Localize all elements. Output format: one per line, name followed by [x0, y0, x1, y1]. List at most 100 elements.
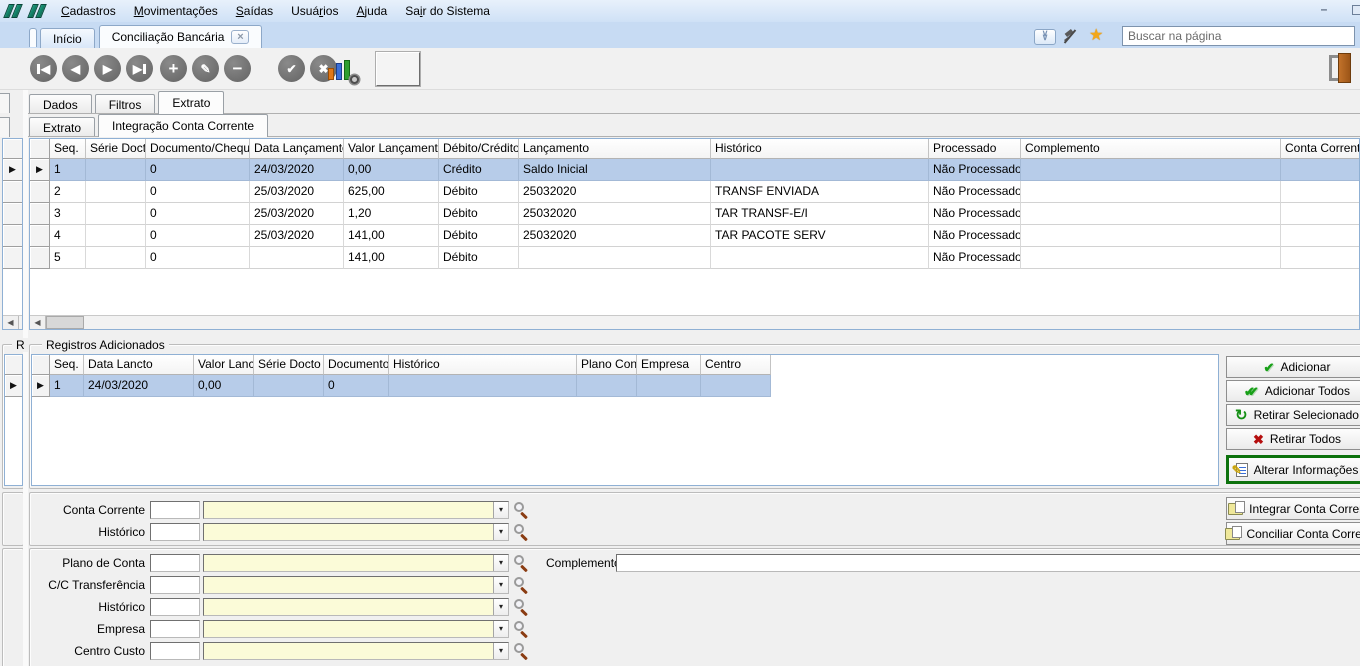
- grid-row[interactable]: ▶124/03/20200,000: [32, 375, 1218, 397]
- grid-cell[interactable]: 0: [146, 247, 250, 269]
- dropdown-arrow-icon[interactable]: ▾: [493, 643, 508, 659]
- prior-record-button[interactable]: ◀: [62, 55, 89, 82]
- grid-cell[interactable]: 1,20: [344, 203, 439, 225]
- column-header[interactable]: Centro: [701, 355, 771, 375]
- grid-row[interactable]: ▶1024/03/20200,00CréditoSaldo InicialNão…: [30, 159, 1359, 181]
- grid-cell[interactable]: 5: [50, 247, 86, 269]
- column-header[interactable]: Histórico: [711, 139, 929, 159]
- tab-extrato[interactable]: Extrato: [158, 91, 224, 114]
- grid-cell[interactable]: Não Processado: [929, 203, 1021, 225]
- grid-cell[interactable]: [86, 203, 146, 225]
- chart-config-button[interactable]: [326, 54, 358, 84]
- conciliar-conta-corrente-button[interactable]: Conciliar Conta Corren: [1226, 522, 1360, 545]
- page-tab[interactable]: Início: [40, 28, 95, 48]
- insert-record-button[interactable]: +: [160, 55, 187, 82]
- grid-cell[interactable]: [1281, 159, 1360, 181]
- confirm-button[interactable]: ✔: [278, 55, 305, 82]
- exit-button[interactable]: [1328, 53, 1354, 83]
- grid-cell[interactable]: [701, 375, 771, 397]
- tab-extrato[interactable]: Extrato: [29, 117, 95, 137]
- grid-cell[interactable]: [519, 247, 711, 269]
- minimize-button[interactable]: –: [1314, 3, 1334, 18]
- grid-cell[interactable]: [1281, 247, 1360, 269]
- centro-custo-combo[interactable]: ▾: [203, 642, 509, 660]
- historico2-code-input[interactable]: [150, 598, 200, 616]
- favorites-star-icon[interactable]: ★: [1089, 25, 1103, 45]
- grid-cell[interactable]: 24/03/2020: [84, 375, 194, 397]
- retirar-selecionado-button[interactable]: ↻ Retirar Selecionado: [1226, 404, 1360, 426]
- dropdown-arrow-icon[interactable]: ▾: [493, 555, 508, 571]
- column-header[interactable]: Empresa: [637, 355, 701, 375]
- grid-cell[interactable]: 25/03/2020: [250, 181, 344, 203]
- grid-cell[interactable]: Não Processado: [929, 181, 1021, 203]
- column-header[interactable]: Valor Lancto: [194, 355, 254, 375]
- grid-cell[interactable]: 1: [50, 375, 84, 397]
- column-header[interactable]: Data Lancto: [84, 355, 194, 375]
- grid-cell[interactable]: [637, 375, 701, 397]
- column-header[interactable]: Série Docto: [86, 139, 146, 159]
- grid-cell[interactable]: [389, 375, 577, 397]
- search-magnifier-icon[interactable]: [513, 643, 529, 659]
- dropdown-arrow-icon[interactable]: ▾: [493, 577, 508, 593]
- tab-list-chevron-button[interactable]: ∨ ∨: [1034, 29, 1056, 45]
- grid-row[interactable]: 4025/03/2020141,00Débito25032020TAR PACO…: [30, 225, 1359, 247]
- grid-cell[interactable]: 0,00: [344, 159, 439, 181]
- grid-cell[interactable]: Não Processado: [929, 225, 1021, 247]
- tab-filtros[interactable]: Filtros: [95, 94, 156, 114]
- grid-cell[interactable]: [1021, 159, 1281, 181]
- grid-cell[interactable]: 1: [50, 159, 86, 181]
- grid-cell[interactable]: 0: [146, 203, 250, 225]
- grid-cell[interactable]: TAR TRANSF-E/I: [711, 203, 929, 225]
- grid-cell[interactable]: [1021, 225, 1281, 247]
- search-magnifier-icon[interactable]: [513, 621, 529, 637]
- edit-record-button[interactable]: ✎: [192, 55, 219, 82]
- plano-de-conta-code-input[interactable]: [150, 554, 200, 572]
- extrato-hscrollbar[interactable]: ◀: [30, 315, 1359, 329]
- historico2-combo[interactable]: ▾: [203, 598, 509, 616]
- grid-cell[interactable]: Débito: [439, 203, 519, 225]
- column-header[interactable]: Plano Conta: [577, 355, 637, 375]
- grid-cell[interactable]: 25/03/2020: [250, 203, 344, 225]
- grid-cell[interactable]: [577, 375, 637, 397]
- grid-cell[interactable]: 0: [146, 181, 250, 203]
- grid-cell[interactable]: [86, 181, 146, 203]
- integrar-conta-corrente-button[interactable]: Integrar Conta Corren: [1226, 497, 1360, 520]
- plano-de-conta-combo[interactable]: ▾: [203, 554, 509, 572]
- menu-item[interactable]: Saídas: [227, 1, 282, 21]
- column-header[interactable]: Série Docto: [254, 355, 324, 375]
- grid-cell[interactable]: 25032020: [519, 225, 711, 247]
- first-record-button[interactable]: ◀: [30, 55, 57, 82]
- close-tab-icon[interactable]: ×: [231, 30, 249, 44]
- grid-cell[interactable]: Débito: [439, 181, 519, 203]
- page-tab[interactable]: Conciliação Bancária×: [99, 25, 263, 48]
- column-header[interactable]: Conta Corrente: [1281, 139, 1360, 159]
- search-magnifier-icon[interactable]: [513, 524, 529, 540]
- historico-combo[interactable]: ▾: [203, 523, 509, 541]
- search-magnifier-icon[interactable]: [513, 599, 529, 615]
- search-magnifier-icon[interactable]: [513, 555, 529, 571]
- adicionar-todos-button[interactable]: ✔✔ Adicionar Todos: [1226, 380, 1360, 402]
- search-magnifier-icon[interactable]: [513, 502, 529, 518]
- grid-cell[interactable]: 0: [146, 159, 250, 181]
- grid-row[interactable]: 2025/03/2020625,00Débito25032020TRANSF E…: [30, 181, 1359, 203]
- grid-cell[interactable]: 3: [50, 203, 86, 225]
- adicionar-button[interactable]: ✔ Adicionar: [1226, 356, 1360, 378]
- dropdown-arrow-icon[interactable]: ▾: [493, 599, 508, 615]
- conta-corrente-combo[interactable]: ▾: [203, 501, 509, 519]
- menu-item[interactable]: Sair do Sistema: [396, 1, 499, 21]
- cc-transferencia-combo[interactable]: ▾: [203, 576, 509, 594]
- cc-transferencia-code-input[interactable]: [150, 576, 200, 594]
- menu-item[interactable]: Movimentações: [125, 1, 227, 21]
- search-magnifier-icon[interactable]: [513, 577, 529, 593]
- retirar-todos-button[interactable]: ✖ Retirar Todos: [1226, 428, 1360, 450]
- historico-code-input[interactable]: [150, 523, 200, 541]
- print-button[interactable]: [376, 52, 420, 86]
- scroll-left-arrow-icon[interactable]: ◀: [30, 316, 46, 329]
- grid-cell[interactable]: 4: [50, 225, 86, 247]
- grid-cell[interactable]: 25032020: [519, 203, 711, 225]
- column-header[interactable]: Histórico: [389, 355, 577, 375]
- grid-cell[interactable]: 24/03/2020: [250, 159, 344, 181]
- grid-cell[interactable]: Saldo Inicial: [519, 159, 711, 181]
- grid-cell[interactable]: [711, 247, 929, 269]
- grid-cell[interactable]: Débito: [439, 247, 519, 269]
